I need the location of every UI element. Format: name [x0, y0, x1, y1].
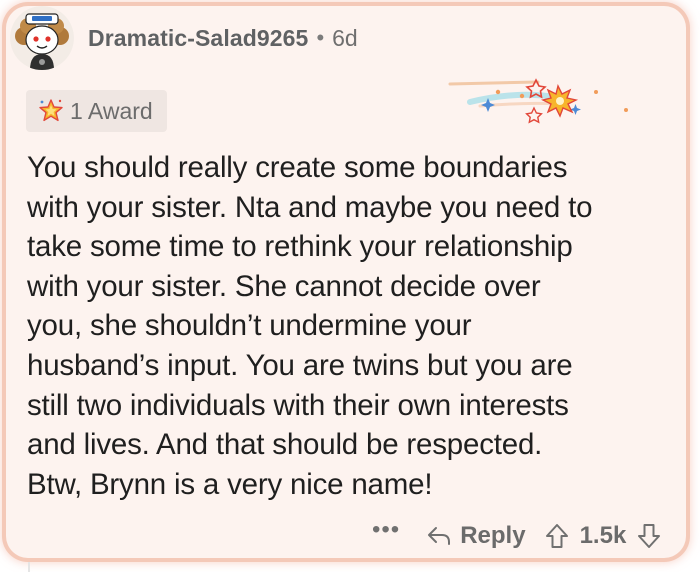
comment-timestamp: 6d: [332, 24, 358, 51]
star-award-icon: [39, 99, 63, 122]
comment-header: Dramatic-Salad9265 • 6d: [10, 6, 358, 70]
award-celebration-icon: [448, 78, 628, 124]
thread-line: [28, 562, 30, 572]
snoo-avatar-icon[interactable]: [10, 6, 74, 70]
reply-label: Reply: [460, 522, 526, 549]
more-options-button[interactable]: •••: [372, 518, 400, 542]
vote-score: 1.5k: [579, 522, 627, 549]
comment-body: You should really create some boundaries…: [27, 151, 593, 501]
comment-author[interactable]: Dramatic-Salad9265: [88, 25, 308, 52]
upvote-arrow-icon[interactable]: [544, 522, 570, 550]
reply-arrow-icon: [428, 527, 451, 545]
awards-button[interactable]: 1 Award: [26, 90, 167, 132]
meta-separator: •: [316, 25, 325, 50]
awards-count: 1 Award: [70, 97, 153, 124]
downvote-arrow-icon[interactable]: [636, 522, 662, 550]
comment-actions: ••• Reply 1.5k: [372, 516, 662, 556]
reply-button[interactable]: Reply: [426, 522, 526, 550]
